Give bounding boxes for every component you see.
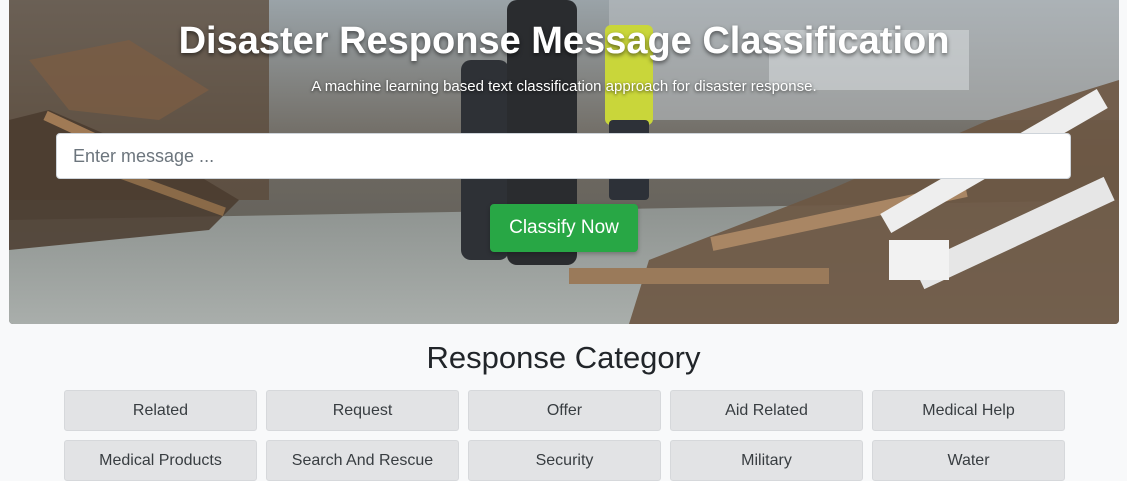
category-military[interactable]: Military <box>670 440 863 481</box>
category-medical-help[interactable]: Medical Help <box>872 390 1065 431</box>
category-related[interactable]: Related <box>64 390 257 431</box>
page-title: Disaster Response Message Classification <box>178 20 950 62</box>
category-search-and-rescue[interactable]: Search And Rescue <box>266 440 459 481</box>
category-request[interactable]: Request <box>266 390 459 431</box>
hero-banner: Disaster Response Message Classification… <box>9 0 1119 324</box>
category-offer[interactable]: Offer <box>468 390 661 431</box>
category-security[interactable]: Security <box>468 440 661 481</box>
category-grid: Related Request Offer Aid Related Medica… <box>64 390 1065 481</box>
message-input[interactable] <box>56 133 1071 179</box>
category-water[interactable]: Water <box>872 440 1065 481</box>
classify-now-button[interactable]: Classify Now <box>490 204 638 252</box>
response-category-heading: Response Category <box>426 340 701 375</box>
category-medical-products[interactable]: Medical Products <box>64 440 257 481</box>
category-aid-related[interactable]: Aid Related <box>670 390 863 431</box>
page-subtitle: A machine learning based text classifica… <box>311 78 817 95</box>
